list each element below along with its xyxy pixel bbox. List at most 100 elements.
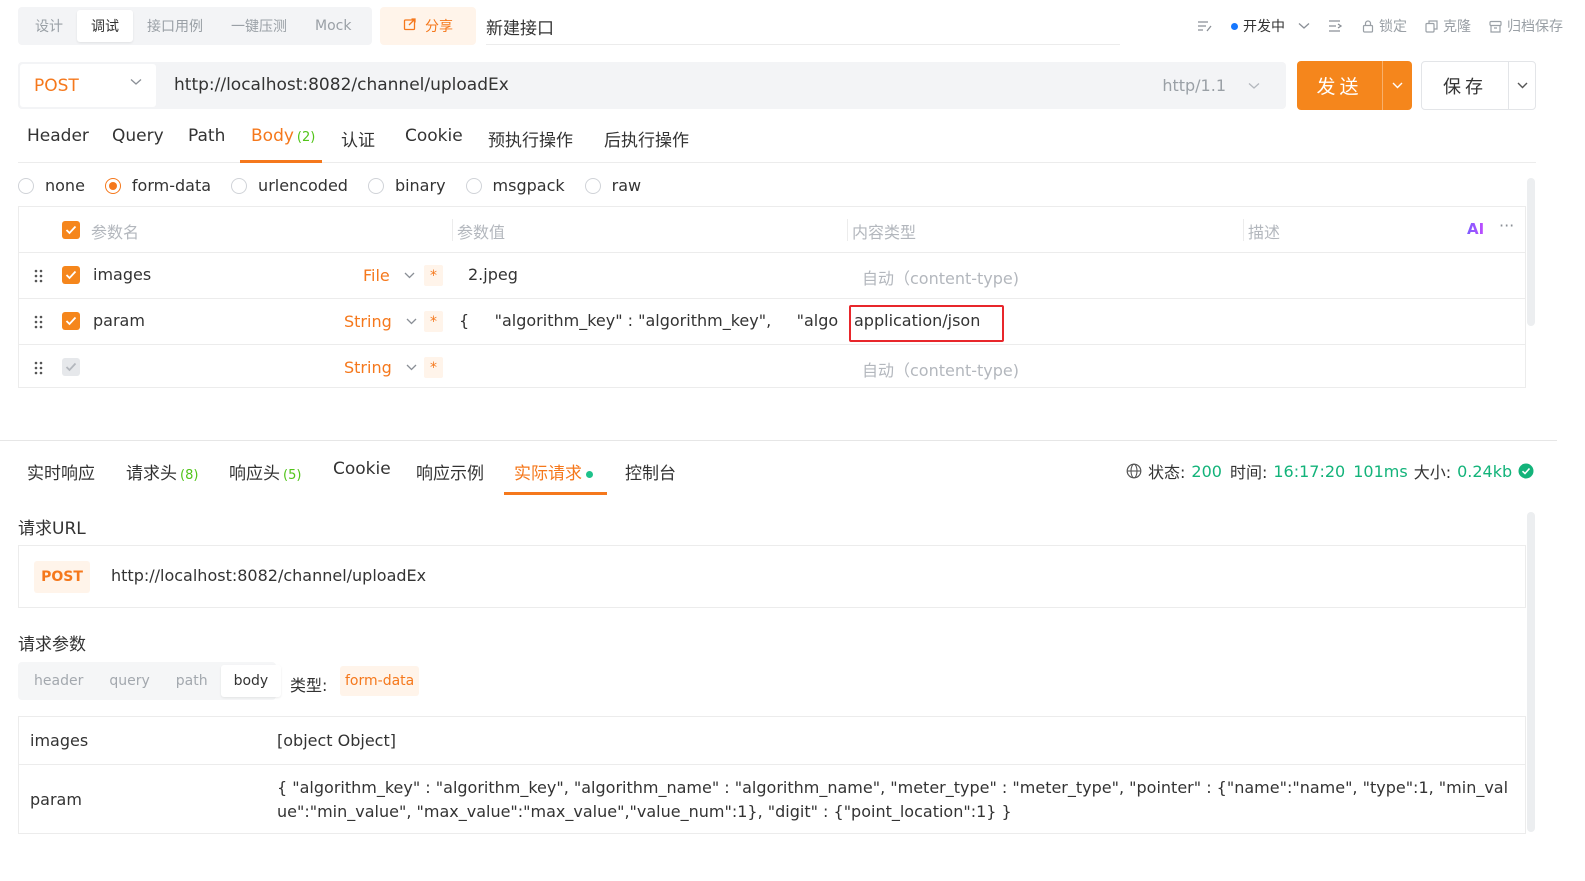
panel-divider[interactable] bbox=[0, 440, 1557, 441]
radio-form-data[interactable]: form-data bbox=[104, 176, 211, 195]
drag-handle-icon[interactable] bbox=[34, 268, 43, 287]
drag-handle-icon[interactable] bbox=[34, 314, 43, 333]
mode-tab-design[interactable]: 设计 bbox=[21, 10, 77, 42]
method-badge: POST bbox=[34, 561, 90, 593]
param-content-type[interactable]: 自动（content-type) bbox=[862, 357, 1019, 381]
param-value[interactable]: 2.jpeg bbox=[468, 265, 518, 284]
scrollbar[interactable] bbox=[1527, 512, 1535, 832]
param-content-type[interactable]: 自动（content-type) bbox=[862, 265, 1019, 289]
save-options-button[interactable] bbox=[1509, 82, 1535, 89]
tab-response-example[interactable]: 响应示例 bbox=[416, 459, 484, 484]
table-row: images [object Object] bbox=[19, 717, 1525, 765]
tab-pre-request[interactable]: 预执行操作 bbox=[488, 126, 573, 151]
chevron-down-icon bbox=[1517, 82, 1527, 89]
param-name[interactable]: param bbox=[93, 311, 145, 330]
send-button[interactable]: 发送 bbox=[1297, 61, 1412, 110]
radio-binary[interactable]: binary bbox=[367, 176, 446, 195]
param-type-select[interactable]: File bbox=[363, 266, 415, 285]
tab-cookie[interactable]: Cookie bbox=[405, 126, 463, 146]
url-input[interactable]: http://localhost:8082/channel/uploadEx bbox=[174, 75, 509, 95]
send-options-button[interactable] bbox=[1383, 82, 1412, 89]
seg-tab-header[interactable]: header bbox=[21, 665, 96, 697]
param-type-select[interactable]: String bbox=[344, 358, 417, 377]
radio-none[interactable]: none bbox=[18, 176, 85, 195]
ai-assist-button[interactable]: AI bbox=[1467, 220, 1484, 238]
globe-icon[interactable] bbox=[1126, 463, 1142, 479]
tab-request-headers[interactable]: 请求头 (8) bbox=[126, 459, 198, 484]
seg-tab-query[interactable]: query bbox=[96, 665, 162, 697]
tab-query[interactable]: Query bbox=[112, 126, 164, 146]
clone-label: 克隆 bbox=[1443, 19, 1471, 35]
env-selector[interactable]: 开发中 bbox=[1231, 16, 1310, 36]
archive-icon bbox=[1489, 20, 1502, 33]
tab-actual-request[interactable]: 实际请求 bbox=[514, 459, 593, 484]
mode-tab-mock[interactable]: Mock bbox=[301, 10, 365, 42]
lock-button[interactable]: 锁定 bbox=[1362, 16, 1407, 36]
tab-post-request[interactable]: 后执行操作 bbox=[604, 126, 689, 151]
table-row: String * 自动（content-type) bbox=[19, 345, 1525, 391]
size-value: 0.24kb bbox=[1457, 461, 1513, 481]
save-button[interactable]: 保存 bbox=[1421, 61, 1536, 110]
param-key: images bbox=[30, 731, 89, 750]
seg-tab-body[interactable]: body bbox=[220, 665, 282, 697]
param-name[interactable]: images bbox=[93, 265, 151, 284]
url-bar: POST http://localhost:8082/channel/uploa… bbox=[18, 62, 1286, 109]
chevron-down-icon bbox=[406, 364, 417, 371]
chevron-down-icon bbox=[404, 272, 415, 279]
param-key: param bbox=[30, 790, 82, 809]
request-tabs: Header Query Path Body (2) 认证 Cookie 预执行操… bbox=[18, 116, 1536, 163]
env-label: 开发中 bbox=[1243, 19, 1285, 35]
required-toggle[interactable]: * bbox=[424, 311, 443, 332]
params-table: 参数名 参数值 内容类型 描述 AI ··· images File * 2.j… bbox=[18, 206, 1526, 388]
drag-handle-icon[interactable] bbox=[34, 360, 43, 379]
duration-value: 101ms bbox=[1353, 461, 1408, 481]
body-type-radios: none form-data urlencoded binary msgpack… bbox=[18, 176, 641, 195]
time-value: 16:17:20 bbox=[1273, 461, 1346, 481]
radio-urlencoded[interactable]: urlencoded bbox=[231, 176, 348, 195]
param-value: [object Object] bbox=[277, 731, 396, 750]
tab-body[interactable]: Body (2) bbox=[251, 126, 315, 146]
required-toggle[interactable]: * bbox=[424, 265, 443, 286]
http-version-label: http/1.1 bbox=[1162, 76, 1226, 95]
param-value[interactable]: { "algorithm_key" : "algorithm_key", "al… bbox=[459, 311, 839, 330]
status-code: 200 bbox=[1191, 461, 1222, 481]
param-type-select[interactable]: String bbox=[344, 312, 417, 331]
required-toggle[interactable]: * bbox=[424, 357, 443, 378]
save-label: 保存 bbox=[1443, 76, 1487, 98]
seg-tab-path[interactable]: path bbox=[163, 665, 221, 697]
row-checkbox[interactable] bbox=[62, 312, 80, 330]
request-params-table: images [object Object] param { "algorith… bbox=[18, 716, 1526, 834]
edit-format-icon[interactable] bbox=[1197, 19, 1213, 33]
api-title[interactable]: 新建接口 bbox=[486, 14, 554, 39]
tab-path[interactable]: Path bbox=[188, 126, 225, 146]
radio-msgpack[interactable]: msgpack bbox=[465, 176, 565, 195]
table-row: param String * { "algorithm_key" : "algo… bbox=[19, 299, 1525, 345]
mode-tab-stress-test[interactable]: 一键压测 bbox=[217, 10, 301, 42]
active-tab-indicator bbox=[240, 160, 322, 163]
tab-response-headers[interactable]: 响应头 (5) bbox=[229, 459, 301, 484]
tab-response-cookie[interactable]: Cookie bbox=[333, 459, 391, 479]
select-all-checkbox[interactable] bbox=[62, 221, 80, 239]
request-params-label: 请求参数 bbox=[18, 635, 86, 655]
collapse-icon[interactable] bbox=[1328, 19, 1344, 33]
tab-auth[interactable]: 认证 bbox=[341, 126, 375, 151]
row-checkbox[interactable] bbox=[62, 358, 80, 376]
highlight-annotation-box bbox=[849, 305, 1004, 342]
col-param-name: 参数名 bbox=[91, 223, 140, 242]
chevron-down-icon bbox=[130, 79, 142, 85]
scrollbar[interactable] bbox=[1527, 178, 1535, 326]
tab-console[interactable]: 控制台 bbox=[625, 459, 676, 484]
mode-tab-cases[interactable]: 接口用例 bbox=[133, 10, 217, 42]
request-url: http://localhost:8082/channel/uploadEx bbox=[111, 566, 427, 585]
more-icon[interactable]: ··· bbox=[1499, 216, 1514, 235]
http-version-select[interactable]: http/1.1 bbox=[1162, 76, 1260, 95]
method-select[interactable]: POST bbox=[20, 64, 156, 107]
row-checkbox[interactable] bbox=[62, 266, 80, 284]
archive-save-button[interactable]: 归档保存 bbox=[1489, 16, 1563, 36]
tab-header[interactable]: Header bbox=[27, 126, 89, 146]
tab-realtime-response[interactable]: 实时响应 bbox=[27, 459, 95, 484]
radio-raw[interactable]: raw bbox=[584, 176, 641, 195]
clone-button[interactable]: 克隆 bbox=[1425, 16, 1471, 36]
share-button[interactable]: 分享 bbox=[380, 7, 476, 45]
mode-tab-debug[interactable]: 调试 bbox=[77, 10, 133, 42]
